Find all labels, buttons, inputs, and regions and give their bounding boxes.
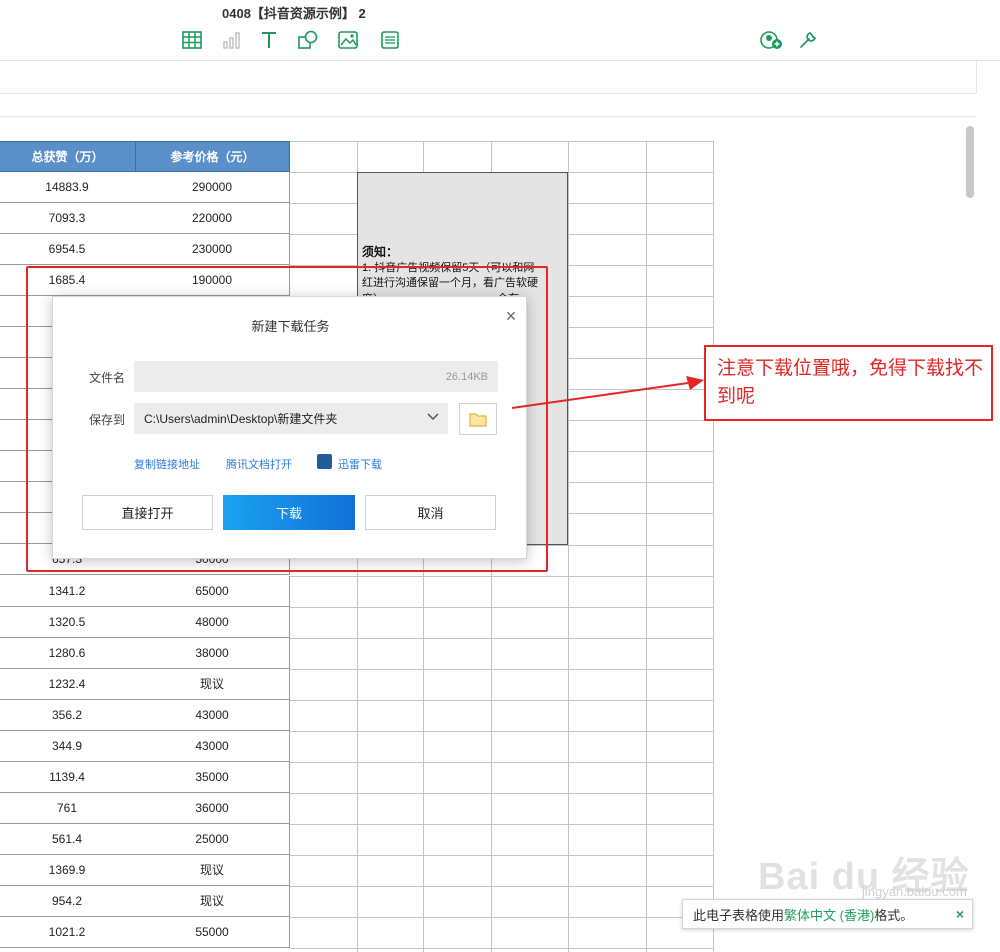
table-cell-price[interactable]: 220000: [135, 203, 290, 235]
vertical-scrollbar[interactable]: [966, 126, 974, 198]
grid-line: [713, 141, 714, 952]
table-cell-likes[interactable]: 1369.9: [0, 854, 136, 886]
settings-wrench-icon[interactable]: [796, 29, 820, 51]
table-cell-price[interactable]: 65000: [135, 575, 290, 607]
table-cell-price[interactable]: 290000: [135, 172, 290, 203]
locale-toast: 此电子表格使用 繁体中文 (香港) 格式。 ×: [682, 899, 973, 929]
table-cell-likes[interactable]: 344.9: [0, 730, 136, 762]
shape-icon[interactable]: [296, 29, 320, 51]
table-cell-price[interactable]: 230000: [135, 234, 290, 266]
annotation-callout: 注意下载位置哦，免得下载找不到呢: [704, 345, 993, 421]
table-cell-likes[interactable]: 761: [0, 792, 136, 824]
grid-line: [646, 141, 647, 952]
grid-line: [290, 854, 713, 856]
comment-icon[interactable]: [378, 29, 402, 51]
table-cell-likes[interactable]: 1280.6: [0, 637, 136, 669]
table-cell-likes[interactable]: 1021.2: [0, 916, 136, 948]
grid-line: [290, 917, 713, 918]
table-cell-likes[interactable]: 1232.4: [0, 668, 136, 700]
chart-icon[interactable]: [220, 29, 244, 51]
table-cell-price[interactable]: 25000: [135, 823, 290, 855]
grid-line: [290, 730, 713, 732]
table-cell-likes[interactable]: 1139.4: [0, 761, 136, 793]
grid-line: [290, 575, 713, 577]
table-cell-price[interactable]: 35000: [135, 761, 290, 793]
table-cell-likes[interactable]: 6954.5: [0, 234, 136, 266]
media-icon[interactable]: [336, 29, 360, 51]
grid-line: [290, 792, 713, 794]
table-cell-price[interactable]: 43000: [135, 699, 290, 731]
grid-line: [290, 637, 713, 639]
table-cell-price[interactable]: 43000: [135, 730, 290, 762]
table-cell-price[interactable]: 38000: [135, 637, 290, 669]
column-header-total-likes[interactable]: 总获赞（万）: [0, 141, 136, 172]
toolbar: 0408【抖音资源示例】 2: [0, 0, 1000, 61]
toast-suffix: 格式。: [874, 907, 914, 923]
table-cell-price[interactable]: 现议: [135, 668, 290, 700]
toast-prefix: 此电子表格使用: [693, 907, 785, 923]
annotation-arrow: [511, 376, 704, 409]
table-cell-likes[interactable]: 1320.5: [0, 606, 136, 638]
highlight-rectangle: [26, 266, 548, 572]
column-header-reference-price[interactable]: 参考价格（元）: [135, 141, 290, 172]
table-cell-likes[interactable]: 14883.9: [0, 172, 136, 203]
grid-line: [568, 141, 569, 952]
table-cell-price[interactable]: 现议: [135, 885, 290, 917]
column-header-strip: [0, 94, 976, 117]
grid-line: [290, 699, 713, 701]
notice-title: 须知：: [362, 245, 399, 259]
table-cell-likes[interactable]: 561.4: [0, 823, 136, 855]
grid-line: [290, 885, 713, 887]
document-title: 0408【抖音资源示例】 2: [222, 6, 366, 21]
table-cell-price[interactable]: 55000: [135, 916, 290, 948]
grid-line: [290, 823, 713, 825]
table-cell-likes[interactable]: 7093.3: [0, 203, 136, 235]
close-icon[interactable]: ×: [952, 906, 968, 922]
grid-line: [290, 606, 713, 608]
table-cell-price[interactable]: 48000: [135, 606, 290, 638]
table-cell-likes[interactable]: 1341.2: [0, 575, 136, 607]
table-cell-price[interactable]: 现议: [135, 854, 290, 886]
table-cell-price[interactable]: 36000: [135, 792, 290, 824]
table-icon[interactable]: [180, 29, 204, 51]
grid-line: [290, 668, 713, 670]
table-cell-likes[interactable]: 356.2: [0, 699, 136, 731]
table-cell-likes[interactable]: 954.2: [0, 885, 136, 917]
watermark-subtitle: jingyan.baidu.com: [862, 884, 967, 899]
formula-bar: [0, 61, 977, 94]
collaborate-icon[interactable]: [760, 29, 784, 51]
grid-line: [290, 761, 713, 763]
toast-locale-link[interactable]: 繁体中文 (香港): [784, 905, 874, 924]
grid-line: [290, 948, 713, 950]
text-icon[interactable]: [257, 29, 281, 51]
grid-line: [290, 141, 713, 142]
